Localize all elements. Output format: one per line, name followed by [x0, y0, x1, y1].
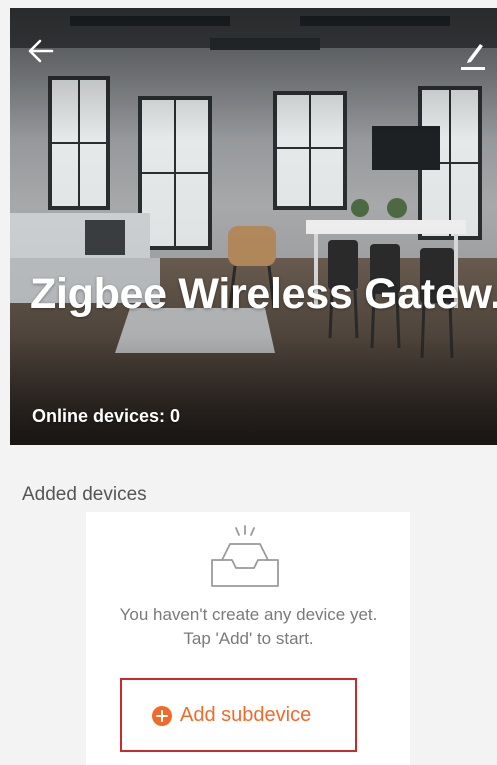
hero-header: Zigbee Wireless Gatew... Online devices:… — [10, 8, 497, 445]
add-subdevice-button[interactable]: Add subdevice — [120, 678, 357, 752]
empty-inbox-icon — [211, 525, 279, 587]
device-title: Zigbee Wireless Gatew... — [30, 270, 497, 318]
added-devices-label: Added devices — [22, 484, 147, 505]
add-subdevice-label: Add subdevice — [180, 704, 312, 726]
gateway-detail-screen: Zigbee Wireless Gatew... Online devices:… — [0, 0, 497, 765]
empty-state-hint: Tap 'Add' to start. — [183, 629, 314, 648]
plus-circle-icon — [152, 706, 172, 726]
empty-state-message: You haven't create any device yet. — [119, 605, 378, 624]
arrow-left-icon[interactable] — [24, 34, 58, 68]
room-photo — [10, 8, 497, 445]
pencil-icon[interactable] — [458, 38, 488, 72]
online-devices-count: Online devices: 0 — [32, 406, 181, 426]
